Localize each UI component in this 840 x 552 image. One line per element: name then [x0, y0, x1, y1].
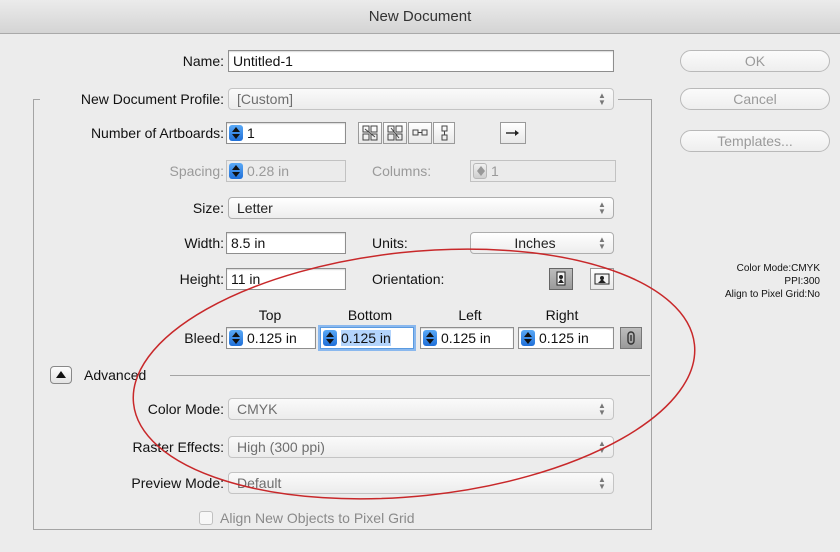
ok-button[interactable]: OK [680, 50, 830, 72]
height-label: Height: [179, 271, 224, 287]
profile-group-top-right [618, 99, 652, 100]
columns-stepper-icon[interactable] [473, 163, 487, 179]
raster-effects-select[interactable]: High (300 ppi) ▲ ▼ [228, 436, 614, 458]
new-document-dialog: New Document OK Cancel Templates... Name… [0, 0, 840, 552]
units-label: Units: [372, 235, 408, 251]
columns-label: Columns: [372, 163, 432, 179]
profile-group-left [33, 99, 34, 529]
preview-mode-select[interactable]: Default ▲ ▼ [228, 472, 614, 494]
arrange-by-row-icon[interactable] [408, 122, 432, 144]
select-arrows-icon: ▲ ▼ [598, 439, 606, 455]
window-title: New Document [0, 0, 840, 34]
bleed-left-stepper-icon[interactable] [423, 330, 437, 346]
advanced-divider [170, 375, 650, 376]
select-arrows-icon: ▲ ▼ [598, 200, 606, 216]
bleed-label: Bleed: [184, 330, 224, 346]
bleed-right-stepper-icon[interactable] [521, 330, 535, 346]
artboards-value: 1 [247, 125, 255, 141]
profile-value: [Custom] [237, 91, 294, 107]
select-arrows-icon: ▲ ▼ [598, 235, 606, 251]
align-pixel-grid-label: Align New Objects to Pixel Grid [220, 510, 415, 526]
profile-label: New Document Profile: [40, 88, 224, 110]
width-field[interactable]: 8.5 in [226, 232, 346, 254]
size-value: Letter [237, 200, 273, 216]
bleed-right-value: 0.125 in [539, 330, 589, 346]
profile-group-right [651, 99, 652, 529]
grid-by-row-icon[interactable] [358, 122, 382, 144]
bleed-bottom-field[interactable]: 0.125 in [320, 327, 414, 349]
artboards-stepper-icon[interactable] [229, 125, 243, 141]
grid-by-column-icon[interactable] [383, 122, 407, 144]
name-field[interactable]: Untitled-1 [228, 50, 614, 72]
artboards-field[interactable]: 1 [226, 122, 346, 144]
preview-mode-label: Preview Mode: [131, 475, 224, 491]
spacing-value: 0.28 in [247, 163, 290, 179]
bleed-top-field[interactable]: 0.125 in [226, 327, 316, 349]
bleed-top-label: Top [258, 307, 282, 323]
select-arrows-icon: ▲ ▼ [598, 401, 606, 417]
info-align: Align to Pixel Grid:No [724, 289, 820, 300]
size-label: Size: [192, 200, 224, 216]
select-arrows-icon: ▲ ▼ [598, 91, 606, 107]
cancel-button[interactable]: Cancel [680, 88, 830, 110]
templates-button[interactable]: Templates... [680, 130, 830, 152]
advanced-toggle-icon[interactable] [50, 366, 72, 384]
columns-value: 1 [491, 163, 499, 179]
bleed-right-label: Right [545, 307, 579, 323]
bleed-bottom-stepper-icon[interactable] [323, 330, 337, 346]
advanced-label: Advanced [84, 367, 147, 383]
bleed-left-label: Left [458, 307, 482, 323]
units-value: Inches [514, 235, 556, 251]
columns-field[interactable]: 1 [470, 160, 616, 182]
bleed-top-stepper-icon[interactable] [229, 330, 243, 346]
bleed-left-value: 0.125 in [441, 330, 491, 346]
preview-mode-value: Default [237, 475, 282, 491]
link-bleed-icon[interactable] [620, 327, 642, 349]
raster-effects-value: High (300 ppi) [237, 439, 325, 455]
profile-group-bottom [33, 529, 652, 530]
portrait-orientation-icon[interactable] [549, 268, 573, 290]
info-ppi: PPI:300 [784, 276, 820, 287]
height-field[interactable]: 11 in [226, 268, 346, 290]
select-arrows-icon: ▲ ▼ [598, 475, 606, 491]
artboards-label: Number of Artboards: [90, 125, 224, 141]
color-mode-label: Color Mode: [147, 401, 224, 417]
orientation-label: Orientation: [372, 271, 445, 287]
raster-effects-label: Raster Effects: [132, 439, 224, 455]
spacing-field[interactable]: 0.28 in [226, 160, 346, 182]
color-mode-value: CMYK [237, 401, 278, 417]
units-select[interactable]: Inches ▲ ▼ [470, 232, 614, 254]
bleed-top-value: 0.125 in [247, 330, 297, 346]
spacing-label: Spacing: [169, 163, 224, 179]
spacing-stepper-icon[interactable] [229, 163, 243, 179]
color-mode-select[interactable]: CMYK ▲ ▼ [228, 398, 614, 420]
profile-select[interactable]: [Custom] ▲ ▼ [228, 88, 614, 110]
align-pixel-grid-checkbox[interactable] [199, 511, 213, 525]
landscape-orientation-icon[interactable] [590, 268, 614, 290]
bleed-bottom-label: Bottom [347, 307, 393, 323]
left-to-right-layout-icon[interactable] [500, 122, 526, 144]
document-info: Color Mode:CMYK PPI:300 Align to Pixel G… [680, 262, 820, 301]
bleed-bottom-value: 0.125 in [341, 330, 391, 346]
arrange-by-column-icon[interactable] [433, 122, 455, 144]
size-select[interactable]: Letter ▲ ▼ [228, 197, 614, 219]
bleed-left-field[interactable]: 0.125 in [420, 327, 514, 349]
name-label: Name: [182, 53, 224, 69]
width-label: Width: [184, 235, 224, 251]
bleed-right-field[interactable]: 0.125 in [518, 327, 614, 349]
info-color-mode: Color Mode:CMYK [736, 263, 820, 274]
